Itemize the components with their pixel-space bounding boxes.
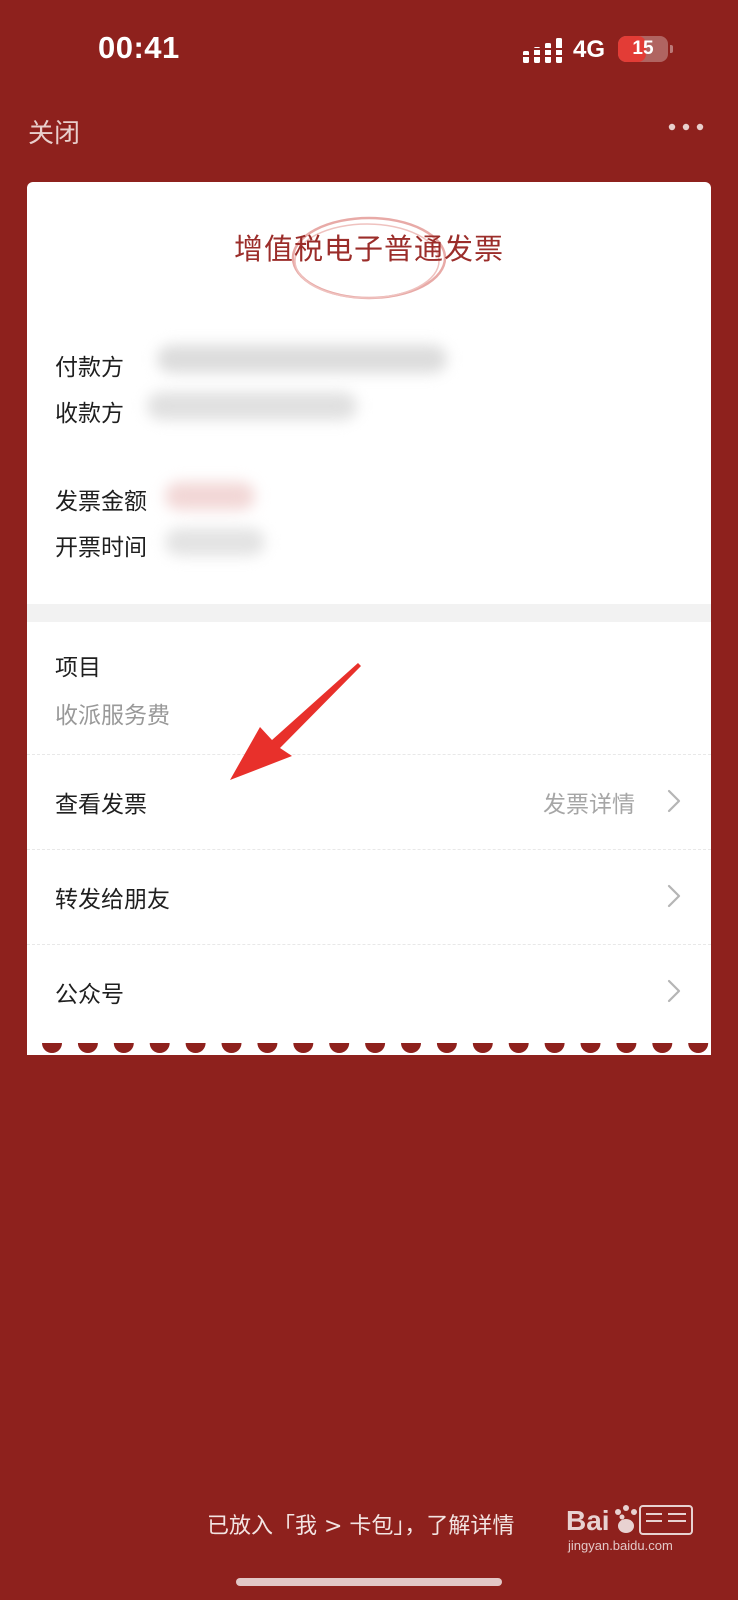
chevron-right-icon	[667, 789, 681, 813]
chevron-right-icon	[667, 979, 681, 1003]
card-scallop-edge	[27, 1043, 711, 1055]
close-button[interactable]: 关闭	[28, 113, 80, 150]
invoice-details-hint: 发票详情	[543, 792, 635, 818]
issue-time-label: 开票时间	[55, 535, 147, 561]
battery-icon: 15	[618, 36, 674, 62]
forward-to-friend-row[interactable]: 转发给朋友	[27, 850, 711, 944]
network-label: 4G	[573, 36, 606, 63]
status-time: 00:41	[98, 30, 180, 65]
more-dots-icon[interactable]	[667, 116, 707, 140]
watermark-url: jingyan.baidu.com	[568, 1538, 673, 1553]
signal-icon	[523, 38, 563, 63]
payer-label: 付款方	[55, 355, 124, 381]
view-invoice-label: 查看发票	[55, 792, 147, 818]
battery-body: 15	[618, 36, 668, 62]
card-wallet-link[interactable]: 已放入「我 > 卡包」，了解详情	[207, 1508, 514, 1540]
chevron-right-icon	[667, 884, 681, 908]
project-label: 项目	[55, 655, 101, 681]
battery-tip	[670, 45, 673, 53]
forward-to-friend-label: 转发给朋友	[55, 887, 170, 913]
arrow-annotation-icon	[230, 663, 361, 780]
svg-text:Bai: Bai	[566, 1505, 610, 1536]
battery-level: 15	[632, 38, 654, 59]
payer-value-redacted	[157, 345, 447, 373]
amount-value-redacted	[165, 482, 255, 510]
official-account-label: 公众号	[55, 982, 124, 1008]
section-gap	[27, 604, 711, 622]
payee-value-redacted	[147, 392, 357, 420]
status-bar: 00:41 4G 15	[0, 0, 738, 100]
official-account-row[interactable]: 公众号	[27, 945, 711, 1039]
amount-label: 发票金额	[55, 489, 147, 515]
baidu-jingyan-watermark: Bai jingyan.baidu.com	[566, 1500, 716, 1556]
home-indicator[interactable]	[236, 1578, 502, 1586]
invoice-card: 增值税电子普通发票 付款方 收款方 发票金额 开票时间 项目 收派服务费 查看发…	[27, 182, 711, 1054]
project-value: 收派服务费	[55, 703, 170, 729]
payee-label: 收款方	[55, 401, 124, 427]
invoice-title: 增值税电子普通发票	[233, 232, 504, 266]
issue-time-value-redacted	[165, 528, 265, 556]
baidu-logo-icon: Bai	[566, 1505, 693, 1536]
